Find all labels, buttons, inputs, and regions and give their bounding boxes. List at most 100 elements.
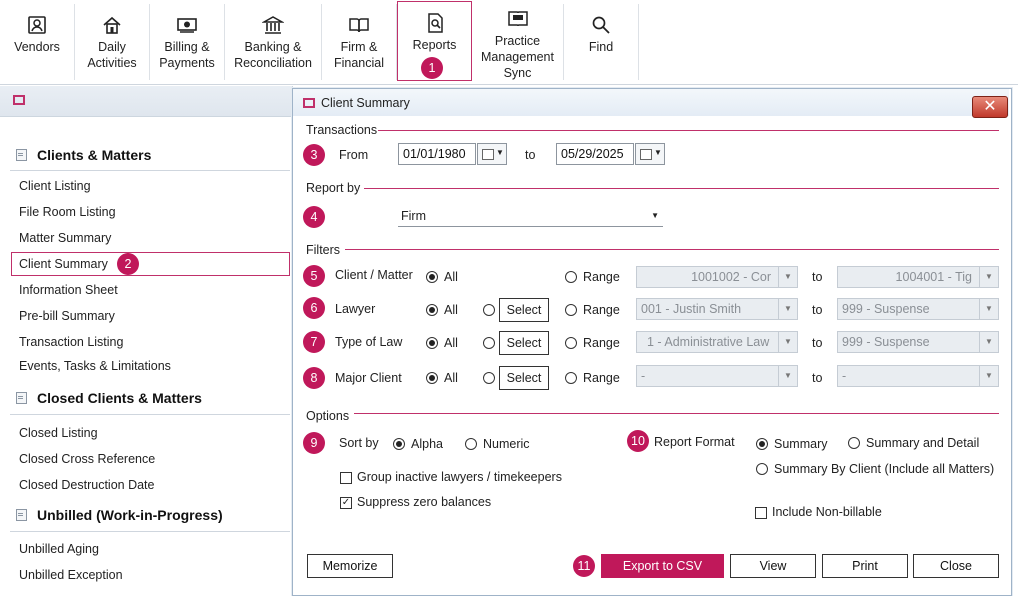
summary-by-client-label: Summary By Client (Include all Matters) — [774, 462, 995, 476]
report-search-icon — [424, 12, 446, 34]
to-label: to — [525, 148, 536, 162]
section-unbilled[interactable]: Unbilled (Work-in-Progress) — [16, 507, 223, 523]
report-item-closed-listing[interactable]: Closed Listing — [19, 426, 98, 440]
client-matter-to-dropdown[interactable]: 1004001 - Tig ▼ — [837, 266, 999, 288]
type-of-law-select-button[interactable]: Select — [499, 331, 549, 355]
major-client-select-button[interactable]: Select — [499, 366, 549, 390]
ribbon-banking-reconciliation-button[interactable]: Banking & Reconciliation — [225, 4, 322, 80]
lawyer-to-dropdown[interactable]: 999 - Suspense ▼ — [837, 298, 999, 320]
all-label: All — [444, 371, 458, 385]
group-divider — [378, 130, 999, 131]
client-matter-from-dropdown[interactable]: 1001002 - Cor ▼ — [636, 266, 798, 288]
lawyer-range-radio[interactable] — [565, 304, 577, 316]
major-client-select-radio[interactable] — [483, 372, 495, 384]
chevron-down-icon: ▼ — [778, 332, 797, 352]
calendar-dropdown-icon[interactable]: ▼ — [635, 143, 665, 165]
report-item-transaction-listing[interactable]: Transaction Listing — [19, 335, 123, 349]
report-item-unbilled-aging[interactable]: Unbilled Aging — [19, 542, 99, 556]
close-icon[interactable]: ✕ — [972, 96, 1008, 118]
lawyer-select-button[interactable]: Select — [499, 298, 549, 322]
report-by-dropdown[interactable]: Firm ▼ — [398, 205, 663, 227]
ribbon-find-label: Find — [588, 40, 614, 54]
callout-badge: 7 — [303, 331, 325, 353]
format-summary-detail-radio[interactable] — [848, 437, 860, 449]
cash-icon — [176, 14, 198, 36]
major-client-from-dropdown[interactable]: - ▼ — [636, 365, 798, 387]
section-clients-matters[interactable]: Clients & Matters — [16, 147, 151, 163]
dropdown-value: 1001002 - Cor — [691, 270, 771, 284]
type-of-law-to-dropdown[interactable]: 999 - Suspense ▼ — [837, 331, 999, 353]
major-client-to-dropdown[interactable]: - ▼ — [837, 365, 999, 387]
section-collapse-icon — [16, 392, 27, 404]
divider — [10, 531, 290, 532]
all-label: All — [444, 270, 458, 284]
report-item-client-summary[interactable]: Client Summary — [11, 252, 290, 276]
client-matter-range-radio[interactable] — [565, 271, 577, 283]
callout-badge: 1 — [421, 57, 443, 79]
type-of-law-select-radio[interactable] — [483, 337, 495, 349]
report-item-events-tasks-limitations[interactable]: Events, Tasks & Limitations — [19, 359, 171, 373]
report-item-file-room-listing[interactable]: File Room Listing — [19, 205, 116, 219]
from-date-input[interactable]: 01/01/1980 — [398, 143, 476, 165]
section-closed-clients-matters[interactable]: Closed Clients & Matters — [16, 390, 202, 406]
suppress-zero-checkbox[interactable]: ✓ — [340, 497, 352, 509]
lawyer-select-radio[interactable] — [483, 304, 495, 316]
to-label: to — [812, 270, 823, 284]
bank-icon — [261, 14, 285, 36]
format-summary-by-client-radio[interactable] — [756, 463, 768, 475]
ribbon-billing-payments-button[interactable]: Billing & Payments — [150, 4, 225, 80]
report-format-label: Report Format — [654, 435, 735, 449]
type-of-law-all-radio[interactable] — [426, 337, 438, 349]
close-button[interactable]: Close — [913, 554, 999, 578]
summary-detail-label: Summary and Detail — [866, 436, 980, 450]
to-date-input[interactable]: 05/29/2025 — [556, 143, 634, 165]
dropdown-value: 999 - Suspense — [842, 335, 930, 349]
section-title: Closed Clients & Matters — [37, 390, 202, 406]
dropdown-value: - — [641, 369, 646, 383]
calendar-dropdown-icon[interactable]: ▼ — [477, 143, 507, 165]
ribbon-reports-label: Reports — [412, 38, 457, 52]
ribbon-firm-financial-button[interactable]: Firm & Financial — [322, 4, 397, 80]
type-of-law-range-radio[interactable] — [565, 337, 577, 349]
ribbon-pms-label-2: Management — [481, 50, 554, 64]
ribbon-vendors-button[interactable]: Vendors — [0, 4, 75, 80]
ribbon-practice-management-sync-button[interactable]: Practice Management Sync — [472, 4, 564, 80]
report-item-closed-destruction-date[interactable]: Closed Destruction Date — [19, 478, 154, 492]
range-label: Range — [583, 270, 620, 284]
sort-by-label: Sort by — [339, 436, 379, 450]
summary-label: Summary — [774, 437, 828, 451]
sort-numeric-radio[interactable] — [465, 438, 477, 450]
report-item-prebill-summary[interactable]: Pre-bill Summary — [19, 309, 115, 323]
all-label: All — [444, 303, 458, 317]
memorize-button[interactable]: Memorize — [307, 554, 393, 578]
view-button[interactable]: View — [730, 554, 816, 578]
ribbon-find-button[interactable]: Find — [564, 4, 639, 80]
include-nonbillable-label: Include Non-billable — [772, 505, 882, 519]
type-of-law-from-dropdown[interactable]: 1 - Administrative Law ▼ — [636, 331, 798, 353]
group-inactive-checkbox[interactable] — [340, 472, 352, 484]
report-item-matter-summary[interactable]: Matter Summary — [19, 231, 111, 245]
group-divider — [364, 188, 999, 189]
callout-badge: 8 — [303, 367, 325, 389]
print-button[interactable]: Print — [822, 554, 908, 578]
report-item-information-sheet[interactable]: Information Sheet — [19, 283, 118, 297]
major-client-range-radio[interactable] — [565, 372, 577, 384]
to-label: to — [812, 371, 823, 385]
format-summary-radio[interactable] — [756, 438, 768, 450]
report-item-client-listing[interactable]: Client Listing — [19, 179, 91, 193]
report-item-closed-cross-reference[interactable]: Closed Cross Reference — [19, 452, 155, 466]
ribbon-daily-activities-button[interactable]: Daily Activities — [75, 4, 150, 80]
export-csv-button[interactable]: Export to CSV — [601, 554, 724, 578]
chevron-down-icon: ▼ — [778, 267, 797, 287]
chevron-down-icon: ▼ — [979, 267, 998, 287]
major-client-all-radio[interactable] — [426, 372, 438, 384]
ribbon-vendors-label: Vendors — [14, 40, 60, 54]
client-matter-all-radio[interactable] — [426, 271, 438, 283]
report-item-unbilled-exception[interactable]: Unbilled Exception — [19, 568, 123, 582]
sort-alpha-radio[interactable] — [393, 438, 405, 450]
lawyer-from-dropdown[interactable]: 001 - Justin Smith ▼ — [636, 298, 798, 320]
group-inactive-label: Group inactive lawyers / timekeepers — [357, 470, 562, 484]
include-nonbillable-checkbox[interactable] — [755, 507, 767, 519]
callout-badge: 5 — [303, 265, 325, 287]
lawyer-all-radio[interactable] — [426, 304, 438, 316]
